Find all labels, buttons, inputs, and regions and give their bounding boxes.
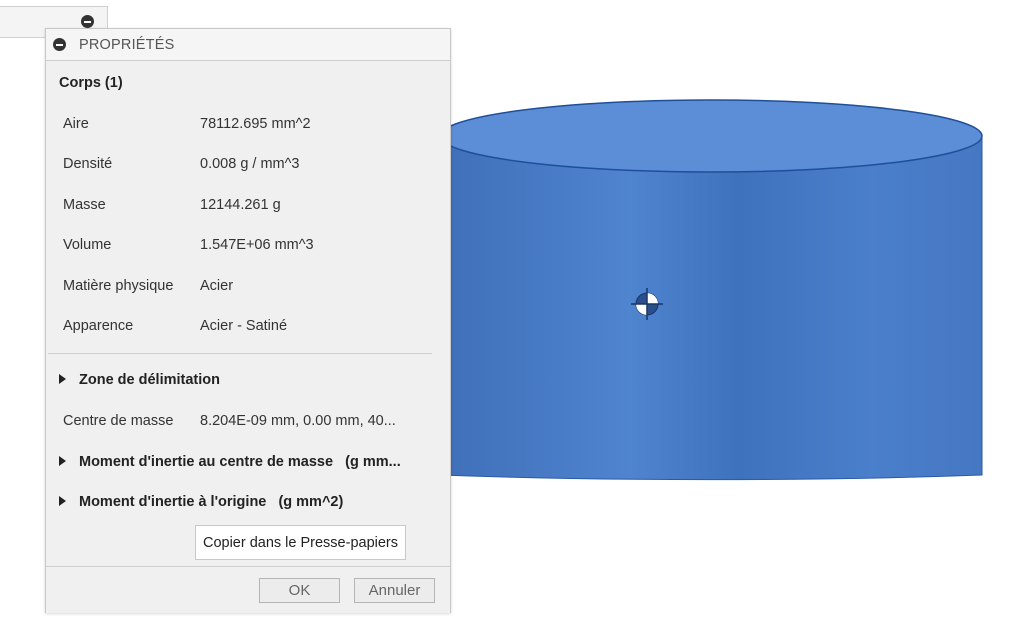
properties-dialog: PROPRIÉTÉS Corps (1) Aire 78112.695 mm^2… [45, 28, 451, 613]
cancel-button[interactable]: Annuler [354, 578, 435, 603]
property-label: Densité [63, 156, 113, 172]
property-label: Volume [63, 237, 112, 253]
expand-arrow-icon [59, 455, 66, 466]
copy-to-clipboard-button[interactable]: Copier dans le Presse-papiers [195, 525, 406, 560]
property-value: 0.008 g / mm^3 [200, 156, 300, 172]
property-label: Apparence [63, 318, 134, 334]
property-value: 1.547E+06 mm^3 [200, 237, 314, 253]
property-label: Centre de masse [63, 413, 174, 429]
inertia-center-expander[interactable]: Moment d'inertie au centre de masse (g m… [59, 454, 401, 470]
dialog-title: PROPRIÉTÉS [79, 37, 175, 53]
property-value: 78112.695 mm^2 [200, 116, 311, 132]
expander-label: Moment d'inertie au centre de masse (g m… [79, 454, 401, 470]
property-value: 8.204E-09 mm, 0.00 mm, 40... [200, 413, 396, 429]
collapse-icon[interactable] [81, 15, 94, 28]
property-label: Masse [63, 197, 106, 213]
collapse-icon[interactable] [53, 38, 66, 51]
ok-button[interactable]: OK [259, 578, 340, 603]
inertia-origin-expander[interactable]: Moment d'inertie à l'origine (g mm^2) [59, 494, 343, 510]
dialog-header[interactable]: PROPRIÉTÉS [46, 29, 450, 61]
bounding-box-expander[interactable]: Zone de délimitation [59, 372, 220, 388]
expander-label: Zone de délimitation [79, 372, 220, 388]
dialog-footer: OK Annuler [46, 566, 450, 613]
expand-arrow-icon [59, 495, 66, 506]
property-value: Acier - Satiné [200, 318, 288, 334]
section-title: Corps (1) [59, 75, 123, 91]
property-label: Aire [63, 116, 89, 132]
property-value: Acier [200, 278, 234, 294]
expander-label: Moment d'inertie à l'origine (g mm^2) [79, 494, 344, 510]
property-label: Matière physique [63, 278, 174, 294]
expand-arrow-icon [59, 373, 66, 384]
divider [48, 353, 432, 354]
property-value: 12144.261 g [200, 197, 281, 213]
